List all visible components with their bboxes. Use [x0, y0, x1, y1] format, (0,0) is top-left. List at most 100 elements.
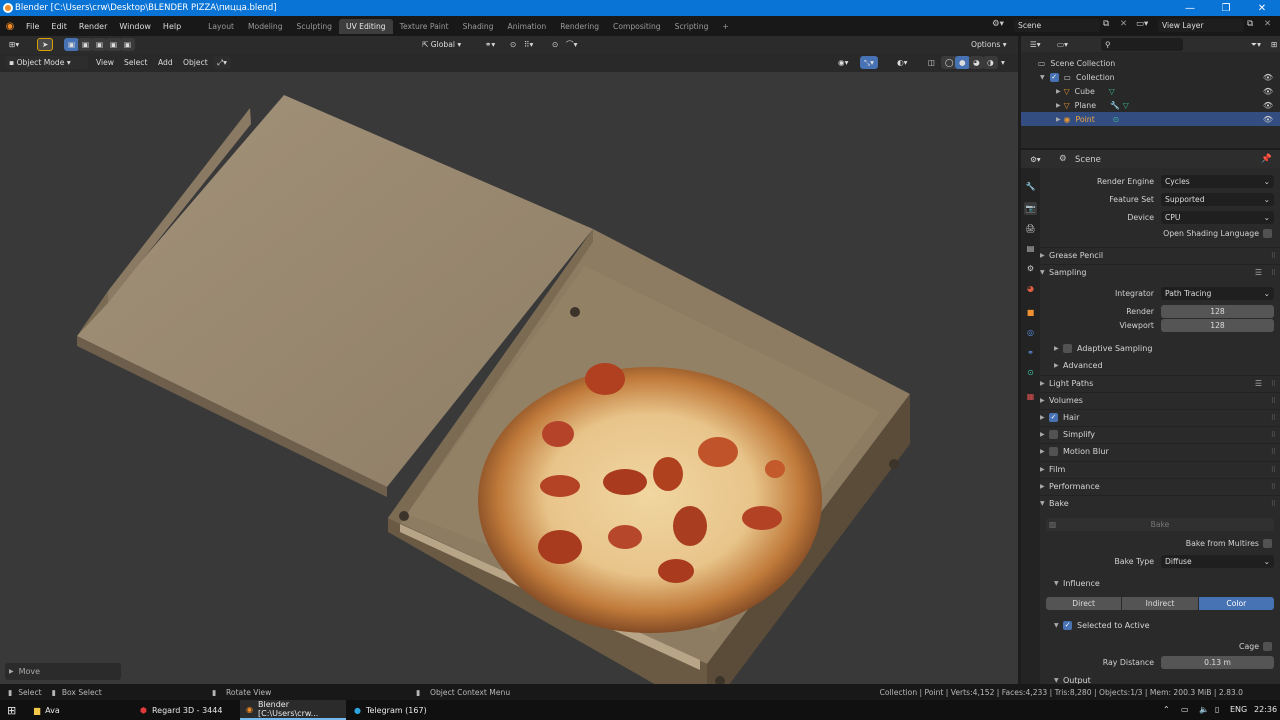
visibility-eye-icon[interactable]: 👁 — [1263, 73, 1273, 82]
add-workspace-button[interactable]: + — [715, 19, 735, 34]
panel-performance[interactable]: ▶ Performance ⠿ — [1040, 478, 1280, 494]
proportional-edit-icon[interactable]: ⊙ — [548, 38, 563, 51]
new-scene-icon[interactable]: ⧉ — [1103, 19, 1109, 29]
view-layer-icon[interactable]: ▭▾ — [1136, 19, 1148, 29]
tab-animation[interactable]: Animation — [501, 19, 554, 34]
drag-handle-icon[interactable]: ⠿ — [1271, 466, 1276, 474]
drag-handle-icon[interactable]: ⠿ — [1271, 397, 1276, 405]
collection-checkbox[interactable]: ✓ — [1049, 72, 1059, 82]
object-tab-icon[interactable]: ■ — [1024, 306, 1037, 319]
shading-options-icon[interactable]: ▾ — [997, 56, 1009, 69]
panel-volumes[interactable]: ▶ Volumes ⠿ — [1040, 392, 1280, 408]
ray-distance-field[interactable]: 0.13 m — [1161, 656, 1274, 669]
select-tool-icon[interactable]: ➤ — [37, 38, 54, 51]
drag-handle-icon[interactable]: ⠿ — [1271, 414, 1276, 422]
tab-layout[interactable]: Layout — [201, 19, 241, 34]
physics-tab-icon[interactable]: ◎ — [1024, 326, 1037, 339]
osl-checkbox[interactable] — [1263, 229, 1272, 238]
pin-icon[interactable]: 📌 — [1261, 154, 1272, 164]
bake-button[interactable]: ▨ Bake — [1046, 518, 1274, 531]
uv-sync-icon[interactable]: ⤢▾ — [213, 56, 231, 69]
view-layer-selector[interactable]: View Layer — [1158, 19, 1244, 32]
tab-shading[interactable]: Shading — [456, 19, 501, 34]
visibility-icon[interactable]: ◉▾ — [834, 56, 852, 69]
subpanel-output[interactable]: ▼ Output — [1054, 674, 1280, 685]
outliner-item-point[interactable]: ▶ ◉ Point ⊙ 👁 — [1021, 112, 1280, 126]
bake-type-dropdown[interactable]: Diffuse ⌄ — [1161, 555, 1274, 568]
drag-handle-icon[interactable]: ⠿ — [1271, 500, 1276, 508]
display-mode-icon[interactable]: ▭▾ — [1053, 38, 1072, 51]
motion-blur-checkbox[interactable] — [1049, 447, 1058, 456]
blender-menu-icon[interactable]: ◉ — [0, 21, 20, 32]
pivot-point-icon[interactable]: ⚭▾ — [481, 38, 500, 51]
visibility-eye-icon[interactable]: 👁 — [1263, 115, 1273, 124]
tab-sculpting[interactable]: Sculpting — [290, 19, 339, 34]
object-data-tab-icon[interactable]: ⊙ — [1024, 366, 1037, 379]
new-collection-icon[interactable]: ⊞ — [1267, 38, 1280, 51]
subpanel-selected-to-active[interactable]: ▼ ✓ Selected to Active — [1054, 617, 1280, 633]
panel-motion-blur[interactable]: ▶ Motion Blur ⠿ — [1040, 443, 1280, 459]
tab-texture-paint[interactable]: Texture Paint — [393, 19, 456, 34]
snap-icon[interactable]: ⊙ — [506, 38, 521, 51]
shading-solid-icon[interactable]: ● — [955, 56, 970, 69]
options-dropdown[interactable]: Options ▾ — [967, 38, 1011, 51]
render-engine-dropdown[interactable]: Cycles ⌄ — [1161, 175, 1274, 188]
drag-handle-icon[interactable]: ⠿ — [1271, 252, 1276, 260]
outliner-editor-icon[interactable]: ☰▾ — [1026, 38, 1045, 51]
panel-grease-pencil[interactable]: ▶ Grease Pencil ⠿ — [1040, 247, 1280, 263]
panel-sampling[interactable]: ▼ Sampling ☰ ⠿ — [1040, 264, 1280, 280]
feature-set-dropdown[interactable]: Supported ⌄ — [1161, 193, 1274, 206]
menu-add[interactable]: Add — [154, 56, 177, 69]
subpanel-adaptive-sampling[interactable]: ▶ Adaptive Sampling — [1054, 340, 1280, 356]
filter-icon[interactable]: ⏷▾ — [1247, 38, 1265, 51]
subpanel-influence[interactable]: ▼ Influence — [1054, 575, 1280, 591]
taskbar-item-telegram[interactable]: ● Telegram (167) — [348, 700, 452, 720]
delete-scene-icon[interactable]: ✕ — [1120, 19, 1127, 29]
select-mode-invert-icon[interactable]: ▣ — [106, 38, 122, 51]
select-mode-new-icon[interactable]: ▣ — [64, 38, 80, 51]
drag-handle-icon[interactable]: ⠿ — [1271, 483, 1276, 491]
taskbar-item-ava[interactable]: ▆ Ava — [28, 700, 132, 720]
panel-film[interactable]: ▶ Film ⠿ — [1040, 461, 1280, 477]
presets-list-icon[interactable]: ☰ — [1255, 268, 1262, 277]
menu-select[interactable]: Select — [120, 56, 151, 69]
new-view-layer-icon[interactable]: ⧉ — [1247, 19, 1253, 29]
volume-icon[interactable]: 🔈 — [1199, 705, 1209, 714]
viewport-samples-field[interactable]: 128 — [1161, 319, 1274, 332]
clock[interactable]: 22:36 — [1254, 705, 1277, 714]
influence-color-button[interactable]: Color — [1198, 597, 1274, 610]
shading-material-icon[interactable]: ◕ — [969, 56, 984, 69]
snap-target-icon[interactable]: ⠿▾ — [520, 38, 538, 51]
properties-editor-icon[interactable]: ⚙▾ — [1026, 153, 1045, 166]
presets-list-icon[interactable]: ☰ — [1255, 379, 1262, 388]
hair-checkbox[interactable]: ✓ — [1049, 413, 1058, 422]
overlays-icon[interactable]: ◐▾ — [893, 56, 911, 69]
network-icon[interactable]: ▭ — [1181, 705, 1189, 714]
xray-icon[interactable]: ◫ — [924, 56, 939, 69]
tab-modeling[interactable]: Modeling — [241, 19, 290, 34]
tab-compositing[interactable]: Compositing — [606, 19, 668, 34]
viewport-canvas[interactable] — [0, 54, 1018, 684]
outliner-item-cube[interactable]: ▶ ▽ Cube ▽ 👁 — [1021, 84, 1280, 98]
maximize-button[interactable]: ❐ — [1208, 0, 1244, 16]
battery-icon[interactable]: ▯ — [1215, 705, 1219, 714]
cage-checkbox[interactable] — [1263, 642, 1272, 651]
panel-simplify[interactable]: ▶ Simplify ⠿ — [1040, 426, 1280, 442]
bake-from-multires-checkbox[interactable] — [1263, 539, 1272, 548]
taskbar-item-blender[interactable]: ◉ Blender [C:\Users\crw... — [240, 700, 346, 720]
panel-hair[interactable]: ▶ ✓ Hair ⠿ — [1040, 409, 1280, 425]
last-operator-panel[interactable]: ▶ Move — [5, 663, 121, 680]
output-tab-icon[interactable]: 🖨 — [1024, 222, 1037, 235]
render-samples-field[interactable]: 128 — [1161, 305, 1274, 318]
menu-window[interactable]: Window — [113, 22, 157, 31]
editor-type-icon[interactable]: ⊞▾ — [5, 38, 23, 51]
selected-to-active-checkbox[interactable]: ✓ — [1063, 620, 1072, 630]
taskbar-item-regard3d[interactable]: ⬢ Regard 3D - 3444 — [134, 700, 238, 720]
gizmo-toggle-icon[interactable]: ⤡▾ — [860, 56, 878, 69]
texture-tab-icon[interactable]: ▦ — [1024, 390, 1037, 403]
menu-help[interactable]: Help — [157, 22, 187, 31]
minimize-button[interactable]: — — [1172, 0, 1208, 16]
influence-direct-button[interactable]: Direct — [1046, 597, 1122, 610]
close-button[interactable]: ✕ — [1244, 0, 1280, 16]
tool-tab-icon[interactable]: 🔧 — [1024, 180, 1037, 193]
